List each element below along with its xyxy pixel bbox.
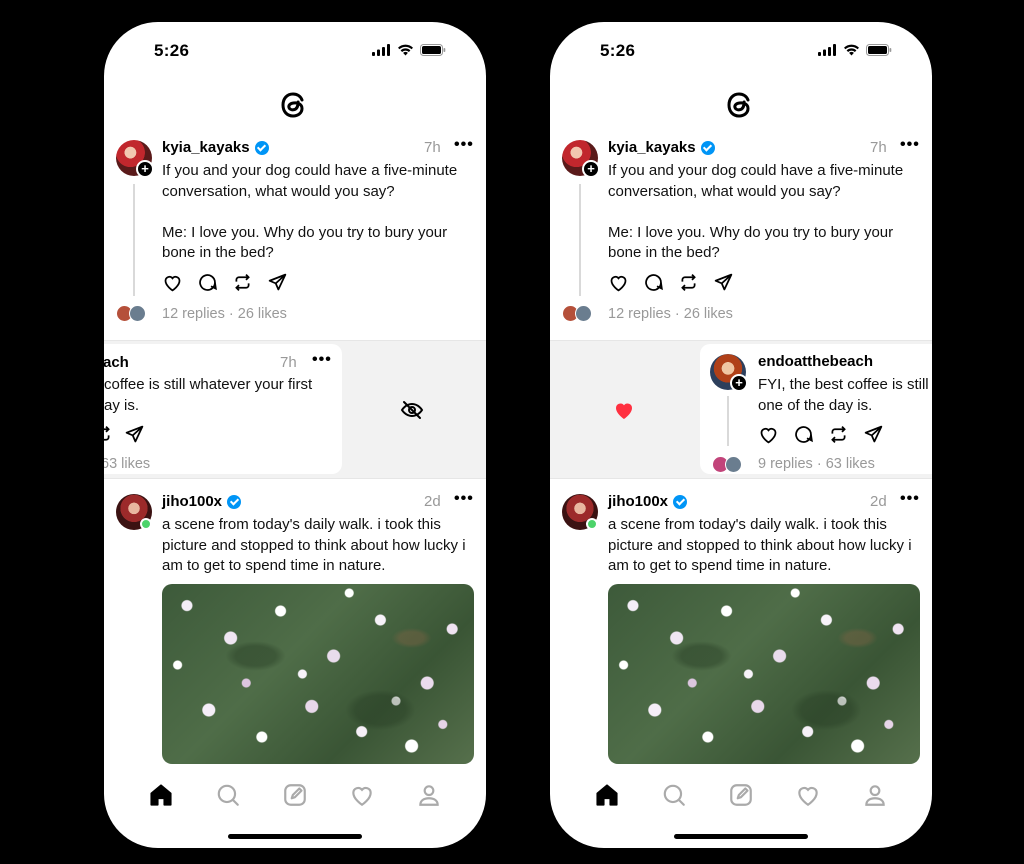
post-time: 7h <box>280 354 297 371</box>
repost-icon[interactable] <box>104 424 113 445</box>
hide-eye-icon[interactable] <box>400 398 424 422</box>
verified-badge-icon <box>673 494 688 509</box>
activity-heart-icon[interactable] <box>349 782 375 808</box>
username[interactable]: ach <box>104 354 129 371</box>
more-options-icon[interactable]: ••• <box>454 137 474 153</box>
share-send-icon[interactable] <box>124 424 145 445</box>
wifi-icon <box>398 44 413 56</box>
profile-icon[interactable] <box>862 782 888 808</box>
battery-icon <box>866 44 892 56</box>
replier-avatars <box>116 305 150 323</box>
repost-icon[interactable] <box>828 424 849 445</box>
compose-icon[interactable] <box>282 782 308 808</box>
online-status-dot <box>586 518 598 530</box>
more-options-icon[interactable]: ••• <box>900 491 920 507</box>
post-text-line-1: FYI, the best coffee is still <box>758 376 929 393</box>
more-options-icon[interactable]: ••• <box>900 137 920 153</box>
cellular-signal-icon <box>818 44 836 56</box>
verified-badge-icon <box>254 140 269 155</box>
post-text-line-1: coffee is still whatever your first <box>104 376 313 393</box>
follow-plus-icon[interactable]: + <box>730 374 748 392</box>
verified-badge-icon <box>227 494 242 509</box>
username[interactable]: endoatthebeach <box>758 353 873 370</box>
username[interactable]: kyia_kayaks <box>162 139 250 156</box>
more-options-icon[interactable]: ••• <box>454 491 474 507</box>
share-send-icon[interactable] <box>713 272 734 293</box>
reply-bubble-icon[interactable] <box>793 424 814 445</box>
reply-bubble-icon[interactable] <box>643 272 664 293</box>
follow-plus-icon[interactable]: + <box>136 160 154 178</box>
post-text-line-2: one of the day is. <box>758 396 873 414</box>
share-send-icon[interactable] <box>863 424 884 445</box>
threads-logo-icon <box>281 92 304 118</box>
post-time: 7h <box>424 139 441 156</box>
repost-icon[interactable] <box>678 272 699 293</box>
repost-icon[interactable] <box>232 272 253 293</box>
status-time: 5:26 <box>154 41 190 60</box>
like-heart-icon[interactable] <box>758 424 779 445</box>
wifi-icon <box>844 44 859 56</box>
post-time: 2d <box>424 493 441 510</box>
threads-logo-icon <box>727 92 750 118</box>
username[interactable]: jiho100x <box>608 493 668 510</box>
battery-icon <box>420 44 446 56</box>
more-options-icon[interactable]: ••• <box>312 352 332 368</box>
post-text-line-2: ay is. <box>104 396 140 414</box>
post-endo-swiped[interactable]: + endoatthebeach FYI, the best coffee is… <box>700 344 932 474</box>
search-icon[interactable] <box>215 782 241 808</box>
post-text: a scene from today's daily walk. i took … <box>608 516 912 574</box>
home-indicator[interactable] <box>674 834 808 839</box>
cellular-signal-icon <box>372 44 390 56</box>
compose-icon[interactable] <box>728 782 754 808</box>
post-stats[interactable]: 12 replies · 26 likes <box>162 306 287 322</box>
replier-avatars <box>712 456 746 474</box>
online-status-dot <box>140 518 152 530</box>
follow-plus-icon[interactable]: + <box>582 160 600 178</box>
profile-icon[interactable] <box>416 782 442 808</box>
heart-filled-icon[interactable] <box>612 398 636 422</box>
post-text: If you and your dog could have a five-mi… <box>608 162 904 261</box>
phone-screen-right: 5:26 + kyia_kayaks 7h ••• If you and you… <box>550 22 932 848</box>
bottom-nav <box>550 770 932 820</box>
like-heart-icon[interactable] <box>162 272 183 293</box>
post-time: 7h <box>870 139 887 156</box>
post-stats[interactable]: 9 replies · 63 likes <box>758 456 875 472</box>
home-icon[interactable] <box>148 782 174 808</box>
bottom-nav <box>104 770 486 820</box>
post-photo-flowers[interactable] <box>608 584 920 764</box>
swipe-action-zone: ach 7h ••• coffee is still whatever your… <box>104 340 486 478</box>
activity-heart-icon[interactable] <box>795 782 821 808</box>
reply-bubble-icon[interactable] <box>197 272 218 293</box>
share-send-icon[interactable] <box>267 272 288 293</box>
like-heart-icon[interactable] <box>608 272 629 293</box>
home-icon[interactable] <box>594 782 620 808</box>
username[interactable]: kyia_kayaks <box>608 139 696 156</box>
post-stats[interactable]: 12 replies · 26 likes <box>608 306 733 322</box>
post-endo-swiped[interactable]: ach 7h ••• coffee is still whatever your… <box>104 344 342 474</box>
phone-screen-left: 5:26 + kyia_kayaks 7h ••• If you and you… <box>104 22 486 848</box>
post-photo-flowers[interactable] <box>162 584 474 764</box>
verified-badge-icon <box>700 140 715 155</box>
username[interactable]: jiho100x <box>162 493 222 510</box>
status-bar: 5:26 <box>104 22 486 78</box>
replier-avatars <box>562 305 596 323</box>
home-indicator[interactable] <box>228 834 362 839</box>
post-stats[interactable]: 63 likes <box>104 456 150 472</box>
search-icon[interactable] <box>661 782 687 808</box>
swipe-action-zone: + endoatthebeach FYI, the best coffee is… <box>550 340 932 478</box>
post-time: 2d <box>870 493 887 510</box>
post-text: a scene from today's daily walk. i took … <box>162 516 466 574</box>
status-bar: 5:26 <box>550 22 932 78</box>
status-time: 5:26 <box>600 41 636 60</box>
post-text: If you and your dog could have a five-mi… <box>162 162 458 261</box>
